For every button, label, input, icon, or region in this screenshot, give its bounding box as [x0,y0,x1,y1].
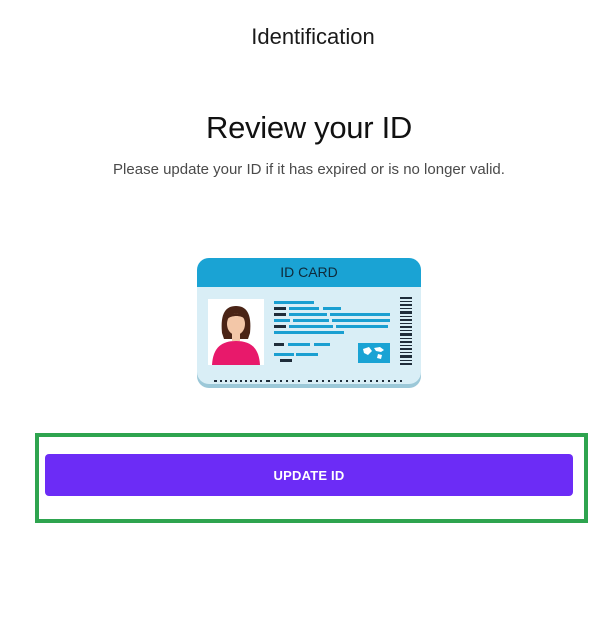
card-label: ID CARD [280,264,338,280]
update-id-button[interactable]: UPDATE ID [45,454,573,496]
page-header-title: Identification [251,24,375,49]
identification-page: Identification Review your ID Please upd… [0,0,594,631]
review-title: Review your ID [206,110,412,145]
world-map-icon [358,343,390,363]
review-subtitle: Please update your ID if it has expired … [113,161,505,178]
id-card-illustration: ID CARD [197,258,421,388]
